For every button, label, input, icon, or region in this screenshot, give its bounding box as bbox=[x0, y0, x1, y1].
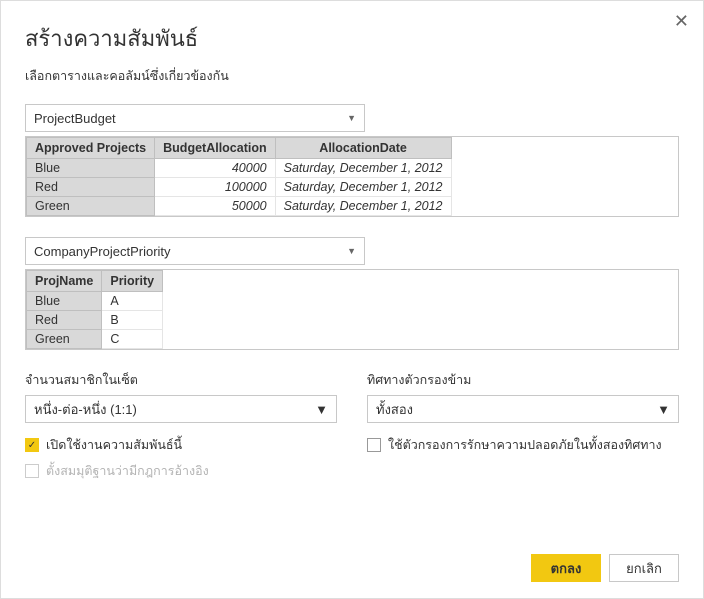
dialog-buttons: ตกลง ยกเลิก bbox=[531, 554, 679, 582]
column-header[interactable]: AllocationDate bbox=[275, 138, 451, 159]
chevron-down-icon: ▼ bbox=[657, 402, 670, 417]
table2-select-value: CompanyProjectPriority bbox=[34, 244, 171, 259]
cell[interactable]: Blue bbox=[27, 159, 155, 178]
table2-select[interactable]: CompanyProjectPriority ▼ bbox=[25, 237, 365, 265]
crossfilter-label: ทิศทางตัวกรองข้าม bbox=[367, 370, 679, 390]
security-label: ใช้ตัวกรองการรักษาความปลอดภัยในทั้งสองทิ… bbox=[388, 435, 662, 455]
table-row: Blue A bbox=[27, 292, 163, 311]
column-header[interactable]: ProjName bbox=[27, 271, 102, 292]
cell[interactable]: 100000 bbox=[155, 178, 275, 197]
table1-preview: Approved Projects BudgetAllocation Alloc… bbox=[25, 136, 679, 217]
crossfilter-group: ทิศทางตัวกรองข้าม ทั้งสอง ▼ bbox=[367, 370, 679, 423]
table-row: Green C bbox=[27, 330, 163, 349]
cardinality-value: หนึ่ง-ต่อ-หนึ่ง (1:1) bbox=[34, 399, 137, 420]
cell[interactable]: Saturday, December 1, 2012 bbox=[275, 178, 451, 197]
cell[interactable]: Saturday, December 1, 2012 bbox=[275, 159, 451, 178]
security-checkbox[interactable] bbox=[367, 438, 381, 452]
dialog-title: สร้างความสัมพันธ์ bbox=[25, 21, 679, 56]
options-row: จำนวนสมาชิกในเซ็ต หนึ่ง-ต่อ-หนึ่ง (1:1) … bbox=[25, 370, 679, 423]
active-label: เปิดใช้งานความสัมพันธ์นี้ bbox=[46, 435, 182, 455]
referential-checkbox bbox=[25, 464, 39, 478]
checks-row: ✓ เปิดใช้งานความสัมพันธ์นี้ ตั้งสมมุติฐา… bbox=[25, 435, 679, 487]
security-checkbox-row: ใช้ตัวกรองการรักษาความปลอดภัยในทั้งสองทิ… bbox=[367, 435, 679, 455]
table-header-row: ProjName Priority bbox=[27, 271, 163, 292]
checks-left: ✓ เปิดใช้งานความสัมพันธ์นี้ ตั้งสมมุติฐา… bbox=[25, 435, 337, 487]
table1-select-value: ProjectBudget bbox=[34, 111, 116, 126]
create-relationship-dialog: ✕ สร้างความสัมพันธ์ เลือกตารางและคอลัมน์… bbox=[0, 0, 704, 599]
cardinality-group: จำนวนสมาชิกในเซ็ต หนึ่ง-ต่อ-หนึ่ง (1:1) … bbox=[25, 370, 337, 423]
cancel-button[interactable]: ยกเลิก bbox=[609, 554, 679, 582]
table2-grid[interactable]: ProjName Priority Blue A Red B Green C bbox=[26, 270, 163, 349]
table-row: Red 100000 Saturday, December 1, 2012 bbox=[27, 178, 452, 197]
cell[interactable]: Green bbox=[27, 197, 155, 216]
cell[interactable]: 40000 bbox=[155, 159, 275, 178]
chevron-down-icon: ▼ bbox=[315, 402, 328, 417]
cell[interactable]: Green bbox=[27, 330, 102, 349]
cell[interactable]: A bbox=[102, 292, 163, 311]
column-header[interactable]: Approved Projects bbox=[27, 138, 155, 159]
table-header-row: Approved Projects BudgetAllocation Alloc… bbox=[27, 138, 452, 159]
chevron-down-icon: ▼ bbox=[347, 113, 356, 123]
dialog-subtitle: เลือกตารางและคอลัมน์ซึ่งเกี่ยวข้องกัน bbox=[25, 66, 679, 86]
referential-label: ตั้งสมมุติฐานว่ามีกฎการอ้างอิง bbox=[46, 461, 209, 481]
table1-select[interactable]: ProjectBudget ▼ bbox=[25, 104, 365, 132]
cardinality-label: จำนวนสมาชิกในเซ็ต bbox=[25, 370, 337, 390]
close-button[interactable]: ✕ bbox=[674, 11, 689, 32]
table1-grid[interactable]: Approved Projects BudgetAllocation Alloc… bbox=[26, 137, 452, 216]
cardinality-select[interactable]: หนึ่ง-ต่อ-หนึ่ง (1:1) ▼ bbox=[25, 395, 337, 423]
table-row: Blue 40000 Saturday, December 1, 2012 bbox=[27, 159, 452, 178]
active-checkbox[interactable]: ✓ bbox=[25, 438, 39, 452]
table-blank-area bbox=[163, 270, 678, 349]
ok-button[interactable]: ตกลง bbox=[531, 554, 601, 582]
crossfilter-select[interactable]: ทั้งสอง ▼ bbox=[367, 395, 679, 423]
table2-preview: ProjName Priority Blue A Red B Green C bbox=[25, 269, 679, 350]
crossfilter-value: ทั้งสอง bbox=[376, 399, 413, 420]
table-row: Red B bbox=[27, 311, 163, 330]
column-header[interactable]: Priority bbox=[102, 271, 163, 292]
cell[interactable]: Saturday, December 1, 2012 bbox=[275, 197, 451, 216]
table-blank-area bbox=[452, 137, 679, 216]
cell[interactable]: Red bbox=[27, 178, 155, 197]
active-checkbox-row: ✓ เปิดใช้งานความสัมพันธ์นี้ bbox=[25, 435, 337, 455]
chevron-down-icon: ▼ bbox=[347, 246, 356, 256]
cell[interactable]: C bbox=[102, 330, 163, 349]
cell[interactable]: 50000 bbox=[155, 197, 275, 216]
table-row: Green 50000 Saturday, December 1, 2012 bbox=[27, 197, 452, 216]
checks-right: ใช้ตัวกรองการรักษาความปลอดภัยในทั้งสองทิ… bbox=[367, 435, 679, 487]
cell[interactable]: Red bbox=[27, 311, 102, 330]
cell[interactable]: Blue bbox=[27, 292, 102, 311]
referential-checkbox-row: ตั้งสมมุติฐานว่ามีกฎการอ้างอิง bbox=[25, 461, 337, 481]
close-icon: ✕ bbox=[674, 11, 689, 31]
column-header[interactable]: BudgetAllocation bbox=[155, 138, 275, 159]
cell[interactable]: B bbox=[102, 311, 163, 330]
